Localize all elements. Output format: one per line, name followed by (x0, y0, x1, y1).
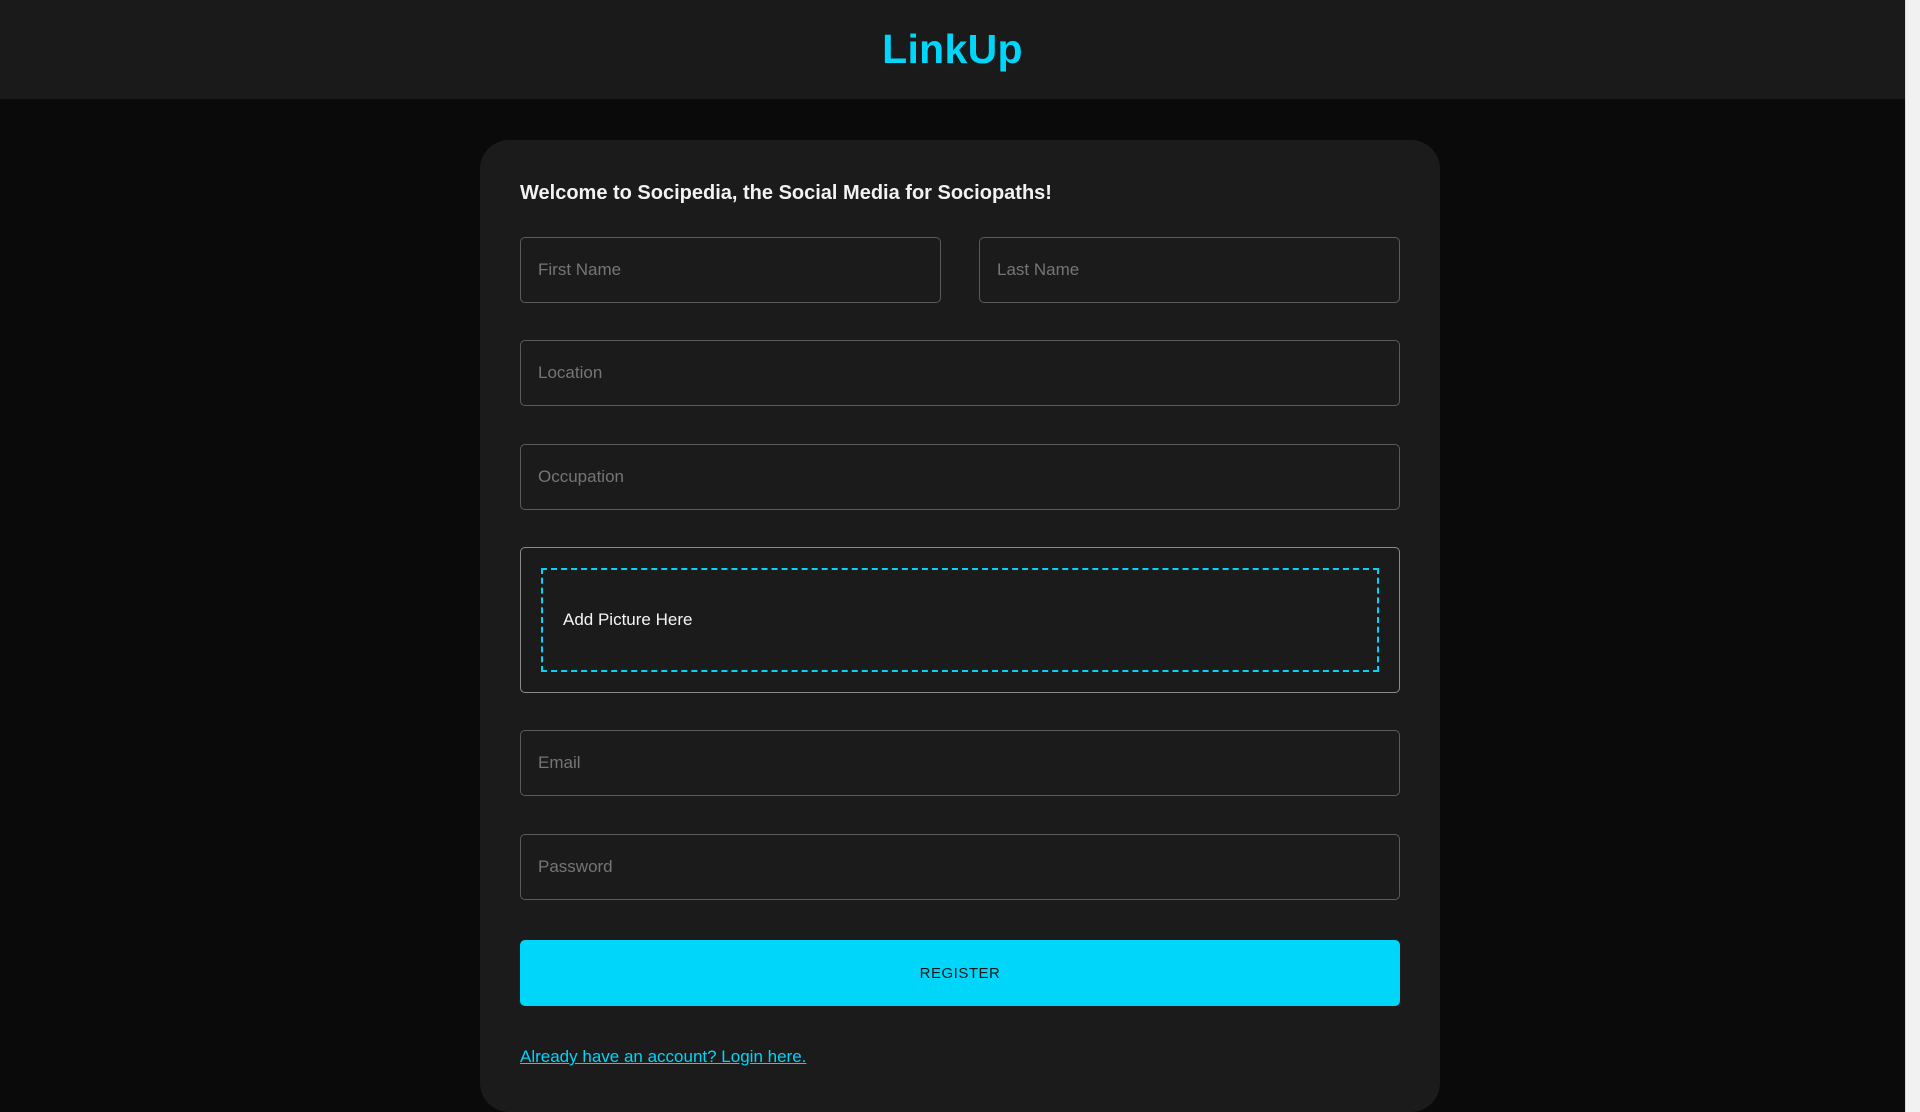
first-name-field[interactable] (520, 237, 941, 303)
register-card: Welcome to Socipedia, the Social Media f… (480, 140, 1440, 1112)
login-link[interactable]: Already have an account? Login here. (520, 1047, 806, 1067)
picture-upload-box: Add Picture Here (520, 547, 1400, 693)
occupation-field[interactable] (520, 444, 1400, 510)
picture-dropzone[interactable]: Add Picture Here (541, 568, 1379, 672)
email-field[interactable] (520, 730, 1400, 796)
dropzone-label: Add Picture Here (563, 610, 693, 629)
welcome-heading: Welcome to Socipedia, the Social Media f… (520, 182, 1052, 204)
password-field[interactable] (520, 834, 1400, 900)
register-button[interactable]: REGISTER (520, 940, 1400, 1006)
last-name-field[interactable] (979, 237, 1400, 303)
brand-logo[interactable]: LinkUp (882, 26, 1023, 73)
top-navbar: LinkUp (0, 0, 1905, 99)
vertical-scrollbar[interactable] (1905, 0, 1920, 1112)
location-field[interactable] (520, 340, 1400, 406)
